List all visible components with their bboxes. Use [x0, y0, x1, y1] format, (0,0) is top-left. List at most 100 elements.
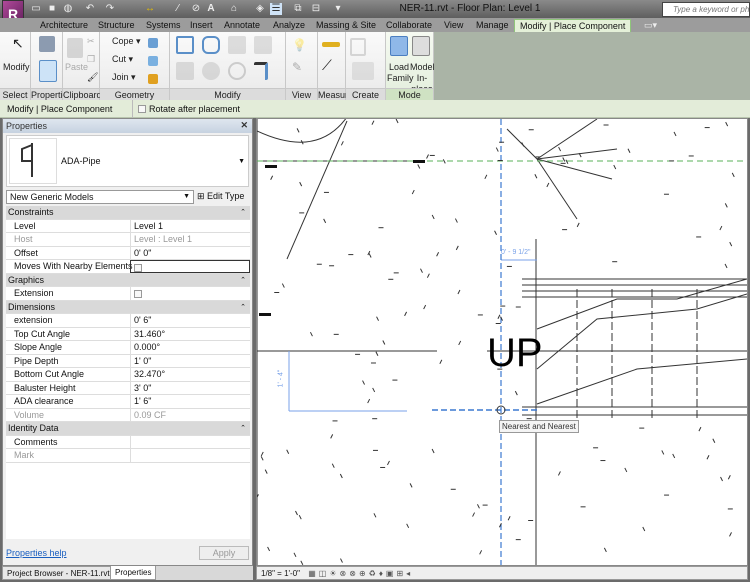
mirror-draw-icon[interactable] — [254, 36, 272, 54]
type-selector[interactable]: ADA-Pipe ▼ — [6, 135, 249, 187]
paste-button[interactable]: Paste — [65, 62, 88, 73]
close-hidden-icon[interactable]: ⧉ — [292, 3, 304, 15]
property-value[interactable]: 3' 0" — [130, 381, 250, 395]
property-value[interactable]: 31.460° — [130, 327, 250, 341]
load-family-button[interactable]: Load Family — [387, 62, 414, 84]
property-value[interactable]: 0' 6" — [130, 314, 250, 327]
property-value[interactable]: 0' 0" — [130, 246, 250, 260]
property-group-graphics[interactable]: Graphics ⌃ — [6, 273, 250, 287]
sync-icon[interactable]: ◍ — [62, 3, 74, 15]
rotate-icon[interactable] — [228, 62, 246, 80]
select-dropdown[interactable]: Select ▾ — [0, 88, 30, 112]
close-icon[interactable]: ✕ — [240, 120, 248, 131]
mirror-axis-icon[interactable] — [228, 36, 246, 54]
redo-icon[interactable]: ↷ — [104, 3, 116, 15]
hatch-mark — [727, 474, 731, 480]
cope-button[interactable]: Cope ▾ — [112, 36, 141, 47]
property-group-dimensions[interactable]: Dimensions ⌃ — [6, 300, 250, 314]
view-scale[interactable]: 1/8" = 1'-0" — [261, 569, 300, 578]
save-icon[interactable]: ■ — [46, 3, 58, 15]
property-value[interactable] — [130, 435, 250, 449]
property-group-constraints[interactable]: Constraints ⌃ — [6, 206, 250, 220]
section-icon[interactable]: ◈ — [254, 3, 266, 15]
property-value[interactable]: 1' 6" — [130, 395, 250, 408]
tab-analyze[interactable]: Analyze — [273, 19, 305, 32]
property-value[interactable]: 0.000° — [130, 341, 250, 354]
cut-geometry-button[interactable]: Cut ▾ — [112, 54, 133, 65]
tab-view[interactable]: View — [444, 19, 463, 32]
instance-filter-dropdown[interactable]: New Generic Models ▼ — [6, 190, 194, 204]
measure-icon[interactable]: ↔ — [144, 3, 156, 15]
customize-dropdown-icon[interactable]: ▾ — [332, 3, 344, 15]
property-group-identity-data[interactable]: Identity Data ⌃ — [6, 422, 250, 436]
switch-windows-icon[interactable]: ⊟ — [310, 3, 322, 15]
offset-icon[interactable] — [202, 36, 220, 54]
apply-button[interactable]: Apply — [199, 546, 249, 560]
temporary-dimension-horizontal[interactable]: 0' - 9 1/2" — [501, 249, 531, 256]
align-icon[interactable] — [176, 36, 194, 54]
type-properties-icon[interactable] — [39, 36, 55, 52]
temporary-dimension-vertical[interactable]: 1' - 4" — [277, 370, 284, 388]
join-button[interactable]: Join ▾ — [112, 72, 136, 83]
tab-properties[interactable]: Properties — [110, 566, 157, 580]
cut-clip-icon[interactable]: ✂ — [87, 36, 95, 47]
open-icon[interactable]: ▭ — [30, 3, 42, 15]
create-parts-icon[interactable] — [352, 62, 374, 80]
paste-icon[interactable] — [67, 38, 83, 58]
tab-massing-site[interactable]: Massing & Site — [316, 19, 376, 32]
load-family-icon[interactable] — [390, 36, 408, 56]
copy-element-icon[interactable] — [202, 62, 220, 80]
tab-annotate[interactable]: Annotate — [224, 19, 260, 32]
thin-lines-icon[interactable]: ☰ — [270, 3, 282, 15]
property-checkbox[interactable] — [134, 289, 142, 298]
paint-icon[interactable] — [148, 74, 158, 84]
tab-structure[interactable]: Structure — [98, 19, 135, 32]
properties-help-link[interactable]: Properties help — [6, 548, 67, 558]
property-value[interactable] — [130, 260, 250, 273]
collapse-icon[interactable]: ⌃ — [240, 274, 246, 287]
tab-systems[interactable]: Systems — [146, 19, 181, 32]
ribbon-toggle-icon[interactable]: ▭▾ — [644, 19, 657, 32]
wall-joins-icon[interactable] — [148, 38, 158, 48]
match-properties-icon[interactable]: 🖌 — [87, 72, 98, 83]
undo-icon[interactable]: ↶ — [84, 3, 96, 15]
tab-insert[interactable]: Insert — [190, 19, 213, 32]
move-icon[interactable] — [176, 62, 194, 80]
modify-button[interactable]: Modify — [3, 62, 30, 73]
split-face-icon[interactable] — [148, 56, 158, 66]
trim-extend-icon[interactable] — [254, 62, 268, 80]
text-icon[interactable]: A — [205, 3, 217, 15]
tab-project-browser[interactable]: Project Browser - NER-11.rvt — [2, 566, 115, 580]
tab-architecture[interactable]: Architecture — [40, 19, 88, 32]
properties-palette-icon[interactable] — [39, 60, 57, 82]
tab-modify-place-component[interactable]: Modify | Place Component — [514, 19, 632, 32]
property-checkbox[interactable] — [134, 263, 142, 272]
create-assembly-icon[interactable] — [350, 38, 366, 56]
measure-between-icon[interactable] — [322, 42, 340, 47]
linework-icon[interactable]: ✎ — [292, 61, 302, 73]
copy-icon[interactable]: ❐ — [87, 54, 95, 65]
tab-manage[interactable]: Manage — [476, 19, 509, 32]
collapse-icon[interactable]: ⌃ — [240, 206, 246, 219]
property-value[interactable]: 1' 0" — [130, 354, 250, 368]
search-input[interactable]: Type a keyword or phrase — [662, 2, 750, 17]
hatch-mark — [458, 340, 462, 346]
chevron-down-icon[interactable]: ▼ — [238, 158, 245, 165]
tab-collaborate[interactable]: Collaborate — [386, 19, 432, 32]
collapse-icon[interactable]: ⌃ — [240, 301, 246, 314]
model-inplace-icon[interactable] — [412, 36, 430, 56]
drawing-canvas[interactable]: UP 0' - 9 1/2" 1' - 4" Nearest and Neare… — [256, 116, 748, 566]
view-controls-icons[interactable]: ▦◫☀⊗⊗⊕♻♦▣⊞◂ — [308, 569, 413, 578]
3d-view-icon[interactable]: ⌂ — [228, 3, 240, 15]
tag-icon[interactable]: ⊘ — [190, 3, 202, 15]
dimension-icon[interactable]: ⁄ — [172, 3, 184, 15]
rotate-after-placement-checkbox[interactable] — [138, 105, 146, 113]
property-value[interactable]: Level 1 — [130, 219, 250, 233]
aligned-dimension-icon[interactable]: ⟋ — [322, 58, 332, 72]
property-value[interactable]: 32.470° — [130, 368, 250, 381]
edit-type-button[interactable]: ⊞ Edit Type — [197, 191, 244, 202]
hide-icon[interactable]: 💡 — [292, 39, 307, 51]
hatch-mark — [417, 164, 421, 169]
collapse-icon[interactable]: ⌃ — [240, 422, 246, 435]
property-value[interactable] — [130, 287, 250, 300]
